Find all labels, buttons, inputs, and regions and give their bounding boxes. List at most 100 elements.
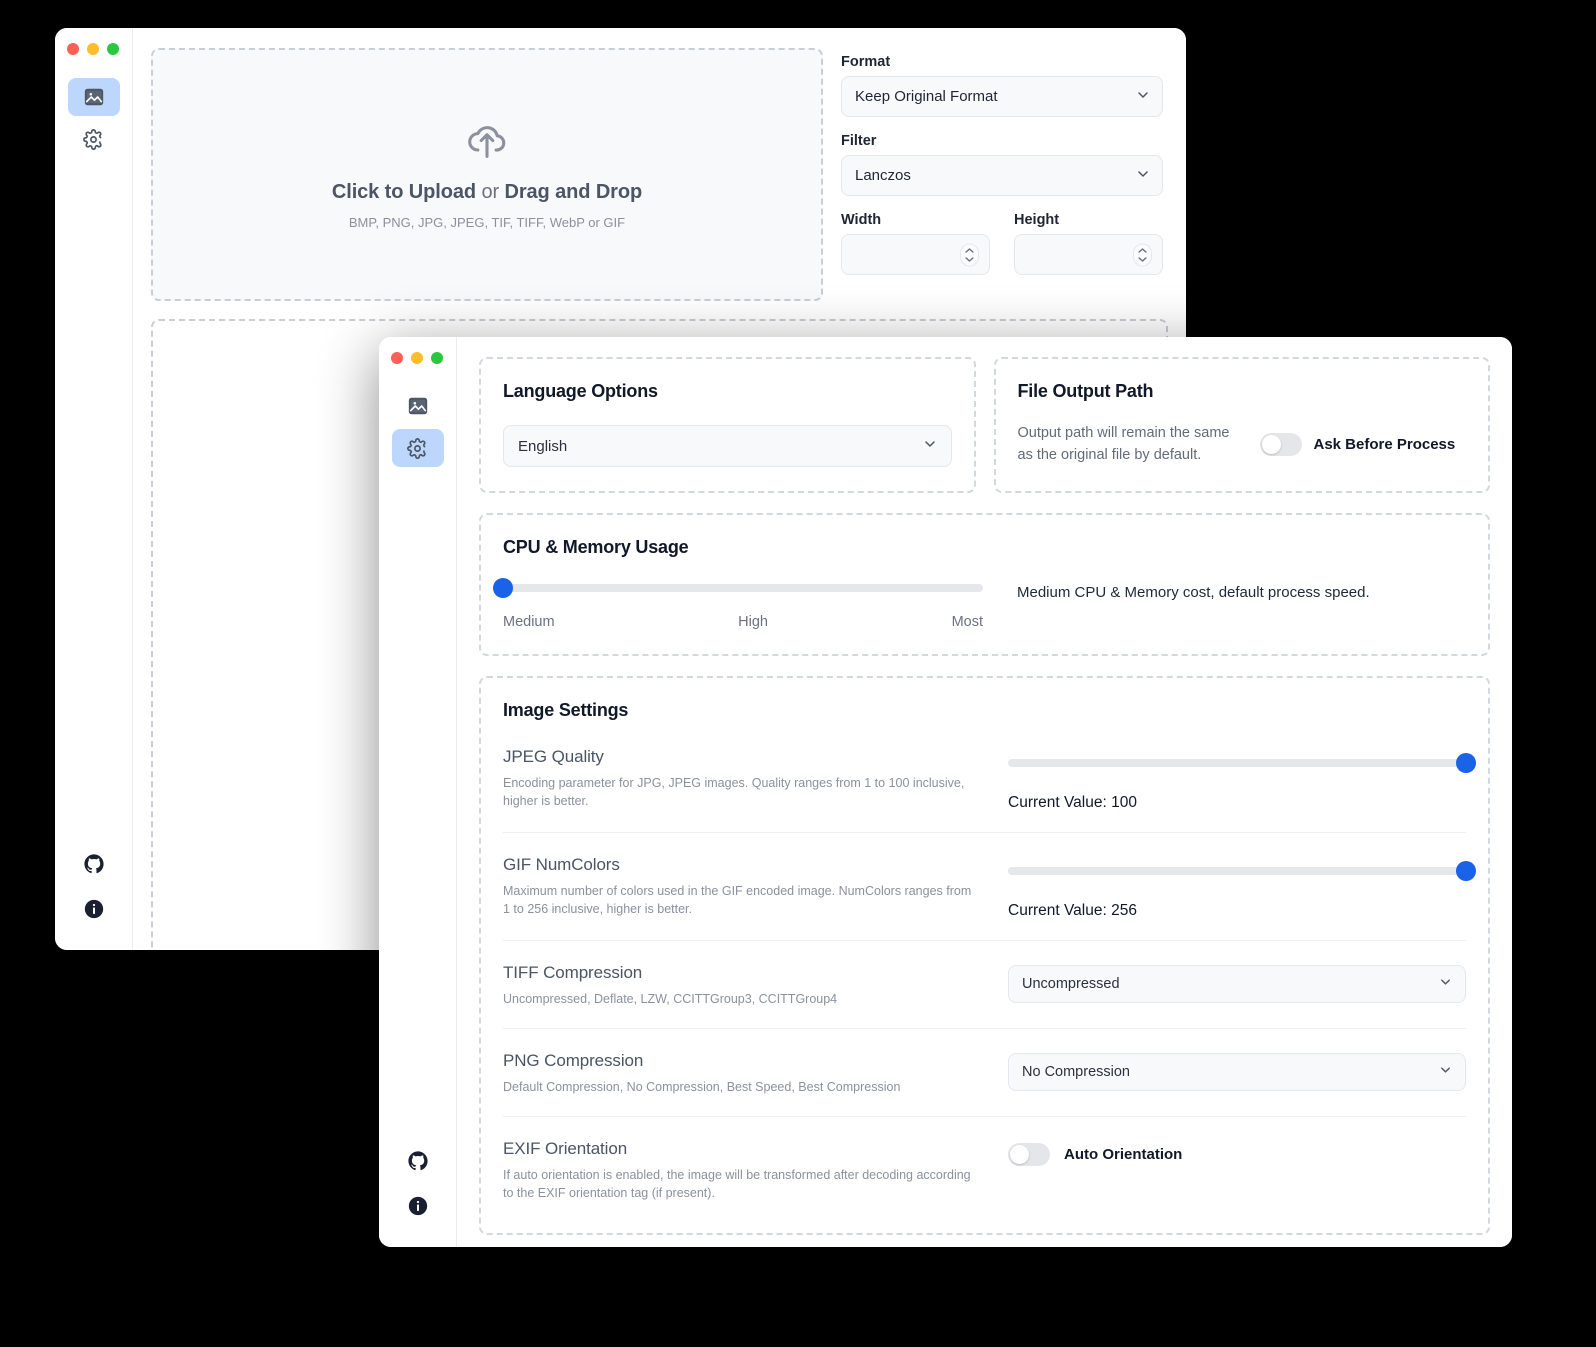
settings-window: Language Options English File Output Pat… xyxy=(379,337,1512,1247)
filter-label: Filter xyxy=(841,133,1163,149)
sidebar-item-image[interactable] xyxy=(68,78,120,116)
screen: Click to Upload or Drag and Drop BMP, PN… xyxy=(0,0,1596,1347)
window-controls xyxy=(67,43,119,55)
file-output-path-row: Output path will remain the same as the … xyxy=(1018,422,1467,466)
format-select-value: Keep Original Format xyxy=(855,88,998,105)
cpu-memory-ticks: Medium High Most xyxy=(503,614,983,630)
settings-top-row: Language Options English File Output Pat… xyxy=(479,357,1490,493)
png-compression-description: Default Compression, No Compression, Bes… xyxy=(503,1078,978,1096)
language-select[interactable]: English xyxy=(503,425,952,467)
close-button[interactable] xyxy=(67,43,79,55)
sidebar-footer xyxy=(55,854,132,924)
height-input[interactable] xyxy=(1014,234,1163,275)
png-compression-value: No Compression xyxy=(1022,1064,1130,1080)
conversion-options-form: Format Keep Original Format Filter Lancz… xyxy=(841,48,1168,301)
auto-orientation-toggle[interactable] xyxy=(1008,1143,1050,1166)
cpu-tick-high: High xyxy=(738,614,768,630)
minimize-button[interactable] xyxy=(411,352,423,364)
width-label: Width xyxy=(841,212,990,228)
upload-dropzone[interactable]: Click to Upload or Drag and Drop BMP, PN… xyxy=(151,48,823,301)
format-label: Format xyxy=(841,54,1163,70)
maximize-button[interactable] xyxy=(107,43,119,55)
filter-select-value: Lanczos xyxy=(855,167,911,184)
exif-orientation-title: EXIF Orientation xyxy=(503,1139,978,1159)
png-compression-select[interactable]: No Compression xyxy=(1008,1053,1466,1091)
settings-window-content: Language Options English File Output Pat… xyxy=(457,337,1512,1247)
maximize-button[interactable] xyxy=(431,352,443,364)
info-icon[interactable] xyxy=(408,1196,428,1221)
setting-row: GIF NumColors Maximum number of colors u… xyxy=(503,832,1466,940)
cpu-memory-slider-row: Medium High Most Medium CPU & Memory cos… xyxy=(503,584,1466,630)
main-window-sidebar xyxy=(55,28,133,950)
width-stepper[interactable] xyxy=(960,243,979,266)
setting-row: EXIF Orientation If auto orientation is … xyxy=(503,1116,1466,1222)
width-input[interactable] xyxy=(841,234,990,275)
cpu-memory-slider-thumb[interactable] xyxy=(493,578,513,598)
dropzone-subtitle: BMP, PNG, JPG, JPEG, TIF, TIFF, WebP or … xyxy=(349,215,625,230)
gear-icon xyxy=(407,438,428,459)
auto-orientation-label: Auto Orientation xyxy=(1064,1146,1182,1163)
png-compression-title: PNG Compression xyxy=(503,1051,978,1071)
gif-numcolors-slider-thumb[interactable] xyxy=(1456,861,1476,881)
image-icon xyxy=(407,395,429,417)
cloud-upload-icon xyxy=(464,120,510,165)
tiff-compression-value: Uncompressed xyxy=(1022,976,1120,992)
gif-numcolors-description: Maximum number of colors used in the GIF… xyxy=(503,882,978,918)
chevron-down-icon xyxy=(1135,87,1151,107)
sidebar-footer xyxy=(379,1151,456,1221)
width-field-group: Width xyxy=(841,212,990,275)
file-output-path-panel: File Output Path Output path will remain… xyxy=(994,357,1491,493)
height-stepper[interactable] xyxy=(1133,243,1152,266)
file-output-path-title: File Output Path xyxy=(1018,381,1467,402)
setting-row: TIFF Compression Uncompressed, Deflate, … xyxy=(503,940,1466,1028)
language-select-value: English xyxy=(518,438,567,455)
chevron-down-icon xyxy=(1135,166,1151,186)
sidebar-item-settings[interactable] xyxy=(68,120,120,158)
dropzone-title-bold-1: Click to Upload xyxy=(332,181,476,203)
github-icon[interactable] xyxy=(408,1151,428,1176)
tiff-compression-description: Uncompressed, Deflate, LZW, CCITTGroup3,… xyxy=(503,990,978,1008)
height-label: Height xyxy=(1014,212,1163,228)
sidebar-item-settings[interactable] xyxy=(392,429,444,467)
jpeg-quality-description: Encoding parameter for JPG, JPEG images.… xyxy=(503,774,978,810)
setting-row: JPEG Quality Encoding parameter for JPG,… xyxy=(503,721,1466,832)
cpu-memory-slider[interactable] xyxy=(503,584,983,592)
toggle-knob xyxy=(1262,435,1281,454)
cpu-memory-description: Medium CPU & Memory cost, default proces… xyxy=(1017,584,1370,601)
sidebar-nav xyxy=(379,387,456,467)
image-settings-title: Image Settings xyxy=(503,700,1466,721)
settings-window-sidebar xyxy=(379,337,457,1247)
gif-numcolors-slider[interactable] xyxy=(1008,867,1466,875)
cpu-tick-most: Most xyxy=(952,614,983,630)
jpeg-quality-slider-thumb[interactable] xyxy=(1456,753,1476,773)
height-field-group: Height xyxy=(1014,212,1163,275)
image-icon xyxy=(83,86,105,108)
jpeg-quality-value: Current Value: 100 xyxy=(1008,794,1466,812)
sidebar-item-image[interactable] xyxy=(392,387,444,425)
window-controls xyxy=(391,352,443,364)
chevron-down-icon xyxy=(1438,1063,1453,1082)
jpeg-quality-title: JPEG Quality xyxy=(503,747,978,767)
jpeg-quality-slider[interactable] xyxy=(1008,759,1466,767)
dropzone-title: Click to Upload or Drag and Drop xyxy=(332,181,642,204)
setting-row: PNG Compression Default Compression, No … xyxy=(503,1028,1466,1116)
toggle-knob xyxy=(1010,1145,1029,1164)
minimize-button[interactable] xyxy=(87,43,99,55)
info-icon[interactable] xyxy=(84,899,104,924)
ask-before-process-toggle[interactable] xyxy=(1260,433,1302,456)
language-options-panel: Language Options English xyxy=(479,357,976,493)
cpu-memory-panel: CPU & Memory Usage Medium High Most xyxy=(479,513,1490,656)
cpu-tick-medium: Medium xyxy=(503,614,555,630)
gif-numcolors-title: GIF NumColors xyxy=(503,855,978,875)
close-button[interactable] xyxy=(391,352,403,364)
cpu-memory-slider-wrap: Medium High Most xyxy=(503,584,983,630)
format-select[interactable]: Keep Original Format xyxy=(841,76,1163,117)
upload-and-options: Click to Upload or Drag and Drop BMP, PN… xyxy=(133,28,1186,301)
dropzone-title-bold-2: Drag and Drop xyxy=(504,181,642,203)
github-icon[interactable] xyxy=(84,854,104,879)
filter-select[interactable]: Lanczos xyxy=(841,155,1163,196)
language-options-title: Language Options xyxy=(503,381,952,402)
dropzone-title-light: or xyxy=(476,181,505,203)
tiff-compression-select[interactable]: Uncompressed xyxy=(1008,965,1466,1003)
chevron-down-icon xyxy=(922,436,938,456)
